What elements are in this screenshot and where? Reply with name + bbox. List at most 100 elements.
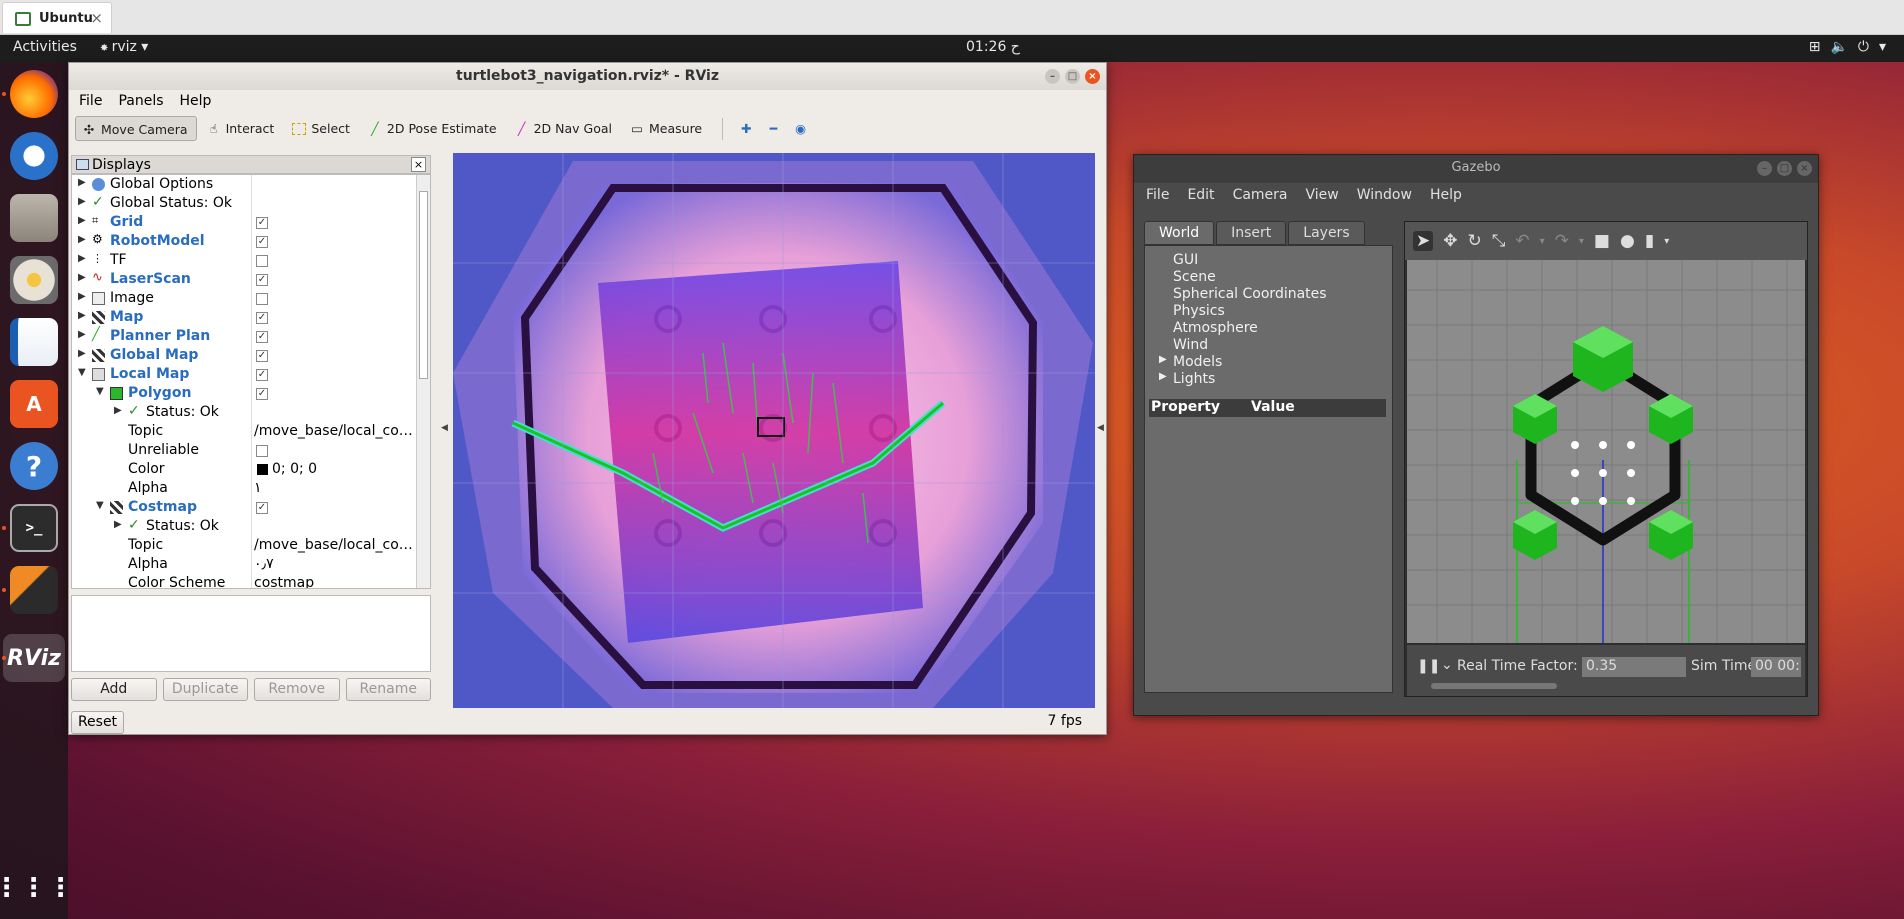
tree-row[interactable]: ▼ Polygon ✓ [72,384,416,403]
tree-value[interactable]: costmap [254,575,416,588]
minimize-icon[interactable]: – [1045,69,1060,84]
expand-arrow-icon[interactable]: ▶ [114,519,122,530]
world-item-models[interactable]: Models [1173,354,1222,370]
rotate-icon[interactable]: ↻ [1468,231,1482,251]
menu-help[interactable]: Help [1430,187,1462,205]
tool-properties-icon[interactable]: ◉ [789,116,814,141]
menu-file[interactable]: File [79,93,102,110]
step-icon[interactable]: ⌄ [1441,657,1453,673]
rviz-3d-view[interactable] [453,153,1095,708]
scale-icon[interactable]: ⤡ [1492,231,1506,251]
thunderbird-icon[interactable] [10,132,58,180]
expand-arrow-icon[interactable]: ▶ [78,253,86,264]
checkbox[interactable]: ✓ [256,331,268,343]
scrollbar-thumb[interactable] [419,191,428,379]
collapse-arrow-icon[interactable]: ▼ [78,367,86,378]
tree-row[interactable]: ▶ ✓ Status: Ok [72,517,416,536]
chevron-down-icon[interactable]: ▾ [1664,236,1669,247]
maximize-icon[interactable]: □ [1777,161,1792,176]
tree-row[interactable]: Color 0; 0; 0 [72,460,416,479]
expand-arrow-icon[interactable]: ▶ [78,234,86,245]
splitter-right-arrow-icon[interactable]: ◀ [1097,423,1104,433]
box-shape-icon[interactable]: ■ [1594,231,1610,251]
tab-layers[interactable]: Layers [1288,221,1365,245]
menu-help[interactable]: Help [180,93,212,110]
tree-value[interactable]: /move_base/local_costmap/footprint [254,423,416,439]
tree-row[interactable]: Alpha ١ [72,479,416,498]
measure-button[interactable]: ▭ Measure [624,116,710,141]
rviz-titlebar[interactable]: turtlebot3_navigation.rviz* - RViz – □ × [69,63,1106,90]
checkbox[interactable]: ✓ [256,350,268,362]
world-item-atmosphere[interactable]: Atmosphere [1173,320,1258,336]
rhythmbox-icon[interactable] [10,256,58,304]
remove-tool-icon[interactable]: ━ [764,116,786,141]
menu-camera[interactable]: Camera [1233,187,1288,205]
checkbox[interactable]: ✓ [256,388,268,400]
world-item-spherical-coordinates[interactable]: Spherical Coordinates [1173,286,1327,302]
tree-row[interactable]: Color Scheme costmap [72,574,416,588]
close-icon[interactable]: × [411,157,426,172]
tab-insert[interactable]: Insert [1216,221,1287,245]
tree-row[interactable]: ▶ ╱ Planner Plan ✓ [72,327,416,346]
menu-edit[interactable]: Edit [1187,187,1214,205]
pause-icon[interactable]: ❚❚ [1417,658,1440,674]
expand-arrow-icon[interactable]: ▶ [78,329,86,340]
checkbox[interactable]: ✓ [256,274,268,286]
checkbox[interactable] [256,445,268,457]
checkbox[interactable]: ✓ [256,312,268,324]
software-icon[interactable]: A [10,380,58,428]
translate-icon[interactable]: ✥ [1443,231,1457,251]
add-button[interactable]: Add [71,678,157,701]
expand-arrow-icon[interactable]: ▶ [78,272,86,283]
checkbox[interactable] [256,293,268,305]
files-icon[interactable] [10,194,58,242]
tree-row[interactable]: ▶ ⚙ RobotModel ✓ [72,232,416,251]
select-mode-icon[interactable]: ➤ [1413,231,1434,251]
tree-row[interactable]: Topic/move_base/local_costmap/costmap [72,536,416,555]
pose-estimate-button[interactable]: ╱ 2D Pose Estimate [362,116,505,141]
collapse-arrow-icon[interactable]: ▼ [96,386,104,397]
cylinder-shape-icon[interactable]: ▮ [1645,231,1654,251]
duplicate-button[interactable]: Duplicate [162,678,248,701]
tree-value[interactable]: 0; 0; 0 [272,461,430,477]
clock[interactable]: 01:26 ح [966,39,1020,55]
nav-goal-button[interactable]: ╱ 2D Nav Goal [509,116,620,141]
select-button[interactable]: Select [286,116,358,141]
expand-arrow-icon[interactable]: ▶ [78,215,86,226]
tree-row[interactable]: ▶ ⋮ TF [72,251,416,270]
redo-icon[interactable]: ↷ [1555,231,1569,251]
maximize-icon[interactable]: □ [1065,69,1080,84]
menu-window[interactable]: Window [1357,187,1412,205]
checkbox[interactable]: ✓ [256,369,268,381]
tree-value[interactable]: ١ [254,480,416,496]
interact-button[interactable]: ☝ Interact [201,116,283,141]
tree-row[interactable]: ▶ ∿ LaserScan ✓ [72,270,416,289]
terminal-icon[interactable]: >_ [10,504,58,552]
expand-arrow-icon[interactable]: ▶ [78,310,86,321]
close-icon[interactable]: × [1797,161,1812,176]
minimize-icon[interactable]: – [1757,161,1772,176]
rviz-icon[interactable]: RViz [3,634,65,682]
chevron-down-icon[interactable]: ▾ [1579,236,1584,247]
sphere-shape-icon[interactable]: ● [1620,231,1635,251]
world-item-lights[interactable]: Lights [1173,371,1215,387]
close-icon[interactable]: × [1085,69,1100,84]
gazebo-titlebar[interactable]: Gazebo – □ × [1134,155,1818,183]
tree-row[interactable]: ▶ Global Map ✓ [72,346,416,365]
checkbox[interactable]: ✓ [256,502,268,514]
activities-button[interactable]: Activities [13,39,77,55]
expand-arrow-icon[interactable]: ▶ [1159,371,1167,382]
world-item-gui[interactable]: GUI [1173,252,1198,268]
world-item-scene[interactable]: Scene [1173,269,1216,285]
checkbox[interactable]: ✓ [256,236,268,248]
world-item-wind[interactable]: Wind [1173,337,1208,353]
expand-arrow-icon[interactable]: ▶ [114,405,122,416]
rename-button[interactable]: Rename [345,678,431,701]
app-menu[interactable]: ✸ rviz ▾ [100,39,148,55]
expand-arrow-icon[interactable]: ▶ [1159,354,1167,365]
collapse-arrow-icon[interactable]: ▼ [96,500,104,511]
gazebo-scene[interactable] [1407,260,1805,643]
tree-row[interactable]: ▶ Global Options [72,175,416,194]
host-tab-ubuntu[interactable]: Ubuntu × [2,2,112,33]
undo-icon[interactable]: ↶ [1515,231,1529,251]
